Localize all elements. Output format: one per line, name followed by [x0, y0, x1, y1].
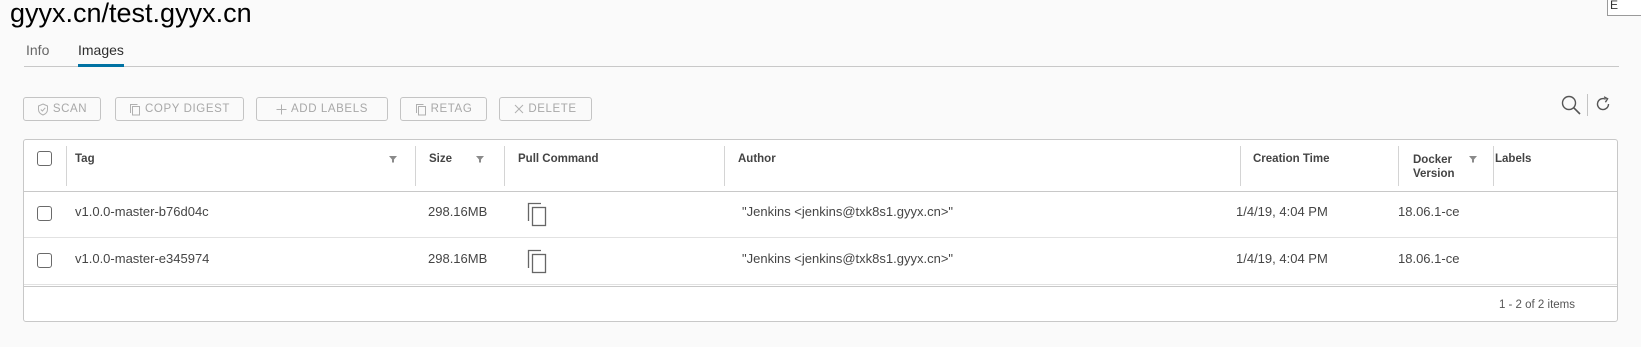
column-separator: [504, 146, 505, 186]
copy-icon: [415, 103, 426, 115]
datagrid-footer: 1 - 2 of 2 items: [24, 286, 1617, 322]
copy-icon: [130, 103, 140, 115]
scan-button-label: SCAN: [52, 103, 88, 115]
image-toolbar: SCAN COPY DIGEST ADD LABELS RETAG DELETE: [0, 97, 1641, 121]
column-header-docker-version[interactable]: Docker Version: [1413, 153, 1455, 181]
copy-pull-command-icon[interactable]: [526, 202, 548, 228]
filter-icon[interactable]: [475, 154, 485, 164]
pagination-info: 1 - 2 of 2 items: [1498, 299, 1575, 311]
row-size: 298.16MB: [428, 204, 488, 219]
column-header-tag[interactable]: Tag: [75, 153, 95, 165]
row-docker-version: 18.06.1-ce: [1398, 251, 1460, 266]
retag-label: RETAG: [430, 103, 473, 115]
search-icon[interactable]: [1560, 94, 1582, 116]
page-title: gyyx.cn/test.gyyx.cn: [10, 0, 252, 28]
row-creation-time: 1/4/19, 4:04 PM: [1236, 251, 1328, 266]
row-docker-version: 18.06.1-ce: [1398, 204, 1460, 219]
column-header-size[interactable]: Size: [429, 153, 452, 165]
row-checkbox[interactable]: [37, 206, 52, 221]
column-header-creation-time[interactable]: Creation Time: [1253, 153, 1329, 165]
tab-bar: Info Images: [24, 39, 1619, 67]
close-icon: [514, 104, 524, 114]
column-separator: [1398, 146, 1399, 186]
row-checkbox[interactable]: [37, 253, 52, 268]
column-separator: [66, 146, 67, 186]
retag-button[interactable]: RETAG: [400, 97, 487, 121]
column-header-pull-command[interactable]: Pull Command: [518, 153, 599, 165]
filter-icon[interactable]: [1468, 154, 1478, 164]
delete-label: DELETE: [528, 103, 577, 115]
tab-info[interactable]: Info: [26, 42, 49, 64]
column-separator: [415, 146, 416, 186]
copy-pull-command-icon[interactable]: [526, 249, 548, 275]
column-header-labels[interactable]: Labels: [1495, 153, 1531, 165]
filter-icon[interactable]: [388, 154, 398, 164]
images-datagrid: Tag Size Pull Command Author Creation Ti…: [23, 139, 1618, 322]
column-separator: [724, 146, 725, 186]
add-labels-button[interactable]: ADD LABELS: [256, 97, 388, 121]
datagrid-header: Tag Size Pull Command Author Creation Ti…: [24, 140, 1617, 192]
row-size: 298.16MB: [428, 251, 488, 266]
copy-digest-button[interactable]: COPY DIGEST: [115, 97, 244, 121]
delete-button[interactable]: DELETE: [499, 97, 592, 121]
select-all-checkbox[interactable]: [37, 151, 52, 166]
row-tag: v1.0.0-master-b76d04c: [75, 204, 209, 219]
row-author: "Jenkins <jenkins@txk8s1.gyyx.cn>": [742, 204, 954, 219]
copy-digest-label: COPY DIGEST: [145, 103, 230, 115]
docker-version-header-line2: Version: [1413, 168, 1455, 180]
column-separator: [1240, 146, 1241, 186]
table-row[interactable]: v1.0.0-master-b76d04c 298.16MB "Jenkins …: [24, 191, 1617, 238]
row-creation-time: 1/4/19, 4:04 PM: [1236, 204, 1328, 219]
row-tag: v1.0.0-master-e345974: [75, 251, 210, 266]
row-author: "Jenkins <jenkins@txk8s1.gyyx.cn>": [742, 251, 954, 266]
plus-icon: [276, 104, 287, 114]
docker-version-header-line1: Docker: [1413, 154, 1452, 166]
scan-button[interactable]: SCAN: [23, 97, 101, 121]
toolbar-divider: [1587, 94, 1588, 116]
table-row[interactable]: v1.0.0-master-e345974 298.16MB "Jenkins …: [24, 238, 1617, 285]
edge-tab[interactable]: E: [1607, 0, 1641, 16]
shield-check-icon: [37, 102, 48, 116]
tab-images[interactable]: Images: [78, 42, 124, 67]
refresh-icon[interactable]: [1593, 94, 1613, 114]
column-header-author[interactable]: Author: [738, 153, 776, 165]
add-labels-label: ADD LABELS: [291, 103, 368, 115]
column-separator: [1493, 146, 1494, 186]
